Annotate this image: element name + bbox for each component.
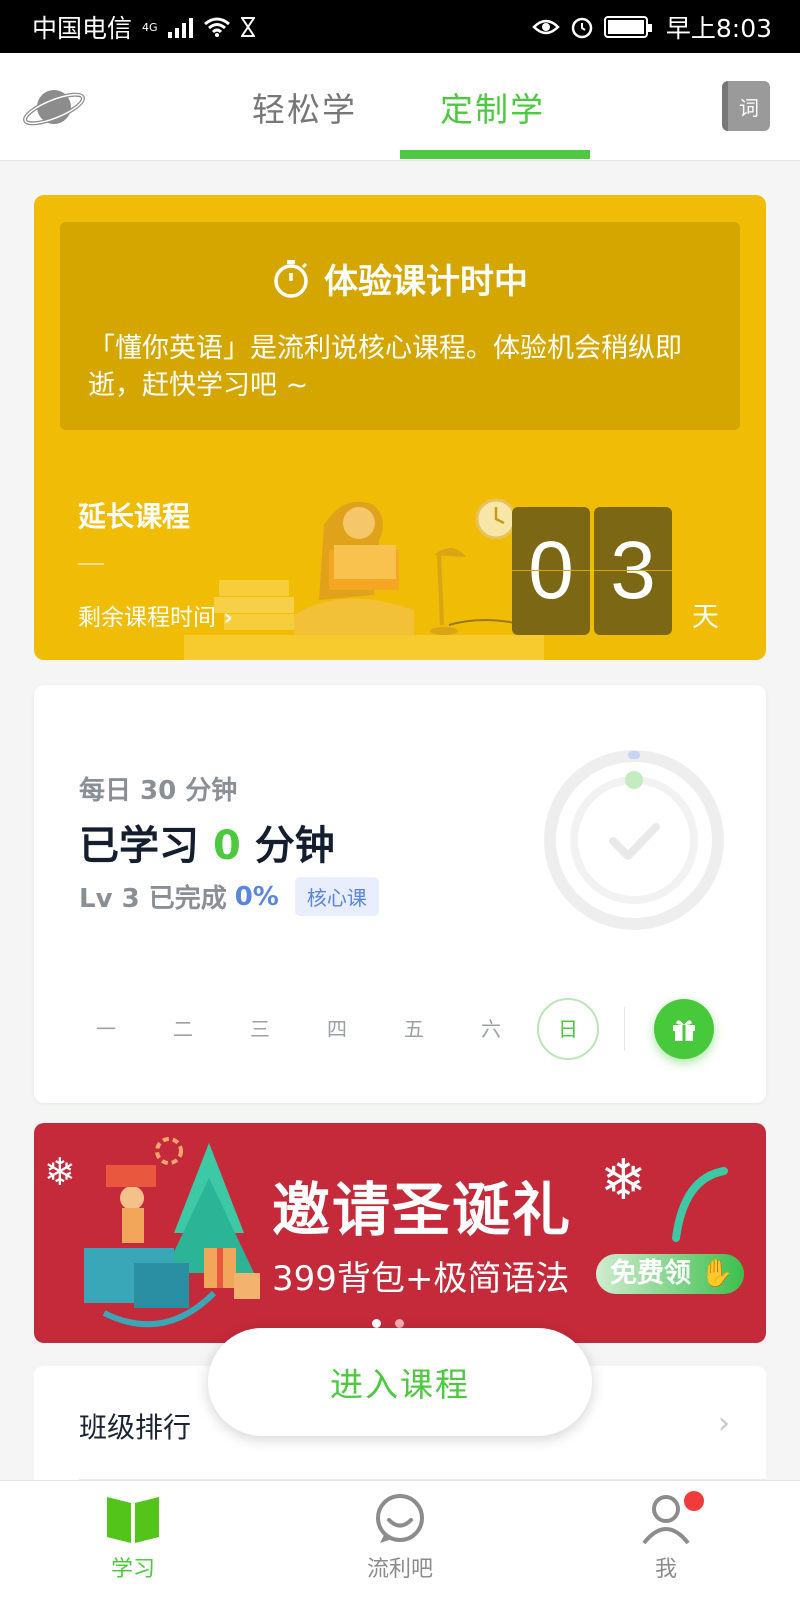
carousel-dots bbox=[372, 1319, 404, 1328]
status-time: 早上8:03 bbox=[665, 13, 772, 43]
weekday-sat[interactable]: 六 bbox=[460, 998, 522, 1060]
status-bar: 中国电信 4G 早上8:03 bbox=[0, 0, 800, 53]
vocabulary-label: 词 bbox=[739, 95, 759, 120]
daily-study-card[interactable]: 每日 30 分钟 已学习 0 分钟 Lv 3 已完成 0% 核心课 一 二 三 … bbox=[34, 685, 766, 1103]
trial-info-box: 体验课计时中 「懂你英语」是流利说核心课程。体验机会稍纵即逝，赶快学习吧 ~ bbox=[60, 222, 740, 430]
level-percent: 0% bbox=[234, 881, 279, 912]
weekday-mon[interactable]: 一 bbox=[75, 998, 137, 1060]
weekday-tue[interactable]: 二 bbox=[152, 998, 214, 1060]
class-ranking-label: 班级排行 bbox=[79, 1411, 192, 1444]
decorative-arc bbox=[672, 1167, 728, 1242]
learned-minutes-row: 已学习 0 分钟 bbox=[79, 813, 335, 871]
christmas-illustration: ❄ bbox=[44, 1137, 260, 1328]
level-label: Lv 3 已完成 bbox=[79, 884, 227, 914]
top-nav: 轻松学 定制学 词 bbox=[0, 53, 800, 161]
level-progress-row: Lv 3 已完成 0% 核心课 bbox=[79, 877, 379, 916]
weekday-sun-today[interactable]: 日 bbox=[537, 998, 599, 1060]
weekday-fri[interactable]: 五 bbox=[383, 998, 445, 1060]
carrier-label: 中国电信 bbox=[32, 13, 133, 43]
days-digit-ones: 3 bbox=[594, 507, 672, 635]
hourglass-icon bbox=[240, 16, 255, 37]
enter-course-button[interactable]: 进入课程 bbox=[208, 1328, 592, 1436]
trial-card[interactable]: 体验课计时中 「懂你英语」是流利说核心课程。体验机会稍纵即逝，赶快学习吧 ~ 延… bbox=[34, 195, 766, 660]
enter-course-label: 进入课程 bbox=[330, 1365, 470, 1404]
weekday-row: 一 二 三 四 五 六 日 bbox=[34, 998, 634, 1060]
extend-course-label[interactable]: 延长课程 bbox=[78, 495, 190, 535]
tab-easy-learn[interactable]: 轻松学 bbox=[252, 83, 357, 131]
battery-icon bbox=[603, 15, 652, 38]
alarm-icon bbox=[571, 17, 593, 38]
chevron-right-icon: › bbox=[718, 1406, 730, 1441]
hand-pointer-icon: ✋ bbox=[700, 1258, 735, 1289]
nav-me-label: 我 bbox=[654, 1557, 677, 1582]
progress-ring bbox=[544, 750, 724, 930]
remaining-time-link[interactable]: 剩余课程时间 › bbox=[78, 598, 233, 632]
learned-minutes-value: 0 bbox=[212, 823, 241, 869]
learned-prefix: 已学习 bbox=[79, 823, 199, 869]
svg-text:❄: ❄ bbox=[44, 1150, 76, 1194]
notification-badge bbox=[684, 1491, 704, 1511]
nav-learn-label: 学习 bbox=[110, 1557, 155, 1582]
banner-title: 邀请圣诞礼 bbox=[272, 1176, 573, 1244]
wifi-icon bbox=[203, 17, 230, 37]
nav-liulibar[interactable]: 流利吧 bbox=[340, 1493, 460, 1583]
free-claim-button[interactable]: 免费领 ✋ bbox=[596, 1254, 744, 1294]
nav-liulibar-label: 流利吧 bbox=[366, 1557, 433, 1582]
daily-goal-label: 每日 30 分钟 bbox=[79, 776, 238, 806]
days-digit-tens: 0 bbox=[512, 507, 590, 635]
chevron-right-icon: › bbox=[223, 605, 233, 631]
network-type: 4G bbox=[142, 20, 158, 34]
active-tab-indicator bbox=[400, 150, 590, 159]
remaining-time-label: 剩余课程时间 bbox=[78, 605, 216, 631]
carousel-dot[interactable] bbox=[395, 1319, 404, 1328]
signal-icon bbox=[167, 16, 193, 38]
planet-icon[interactable] bbox=[22, 81, 86, 133]
divider-dash bbox=[78, 563, 104, 565]
nav-learn[interactable]: 学习 bbox=[73, 1493, 193, 1583]
snowflake-icon: ❄ bbox=[600, 1148, 647, 1213]
free-claim-label: 免费领 bbox=[610, 1258, 691, 1289]
svg-text:❄: ❄ bbox=[600, 1148, 647, 1213]
bottom-nav: 学习 流利吧 我 bbox=[0, 1480, 800, 1600]
tab-custom-learn[interactable]: 定制学 bbox=[440, 83, 545, 131]
trial-title: 体验课计时中 bbox=[324, 262, 528, 302]
nav-me[interactable]: 我 bbox=[606, 1493, 726, 1583]
eye-icon bbox=[532, 19, 560, 34]
gift-icon bbox=[673, 1020, 695, 1041]
banner-subtitle: 399背包+极简语法 bbox=[272, 1259, 570, 1299]
stopwatch-icon bbox=[274, 259, 308, 298]
core-course-badge: 核心课 bbox=[294, 877, 379, 916]
trial-description: 「懂你英语」是流利说核心课程。体验机会稍纵即逝，赶快学习吧 ~ bbox=[88, 333, 682, 401]
carousel-dot-active[interactable] bbox=[372, 1319, 381, 1328]
vocabulary-button[interactable]: 词 bbox=[722, 81, 770, 131]
book-icon bbox=[107, 1497, 159, 1543]
weekday-divider bbox=[624, 1007, 625, 1051]
weekday-wed[interactable]: 三 bbox=[229, 998, 291, 1060]
days-unit-label: 天 bbox=[692, 602, 719, 633]
smile-bubble-icon bbox=[376, 1494, 424, 1543]
christmas-invite-banner[interactable]: ❄ ❄ 邀请圣诞礼 399背包+极简语法 免费领 ✋ bbox=[34, 1123, 766, 1343]
gift-button[interactable] bbox=[654, 999, 714, 1059]
trial-title-row: 体验课计时中 bbox=[60, 254, 740, 303]
weekday-thu[interactable]: 四 bbox=[306, 998, 368, 1060]
learned-suffix: 分钟 bbox=[254, 823, 335, 869]
